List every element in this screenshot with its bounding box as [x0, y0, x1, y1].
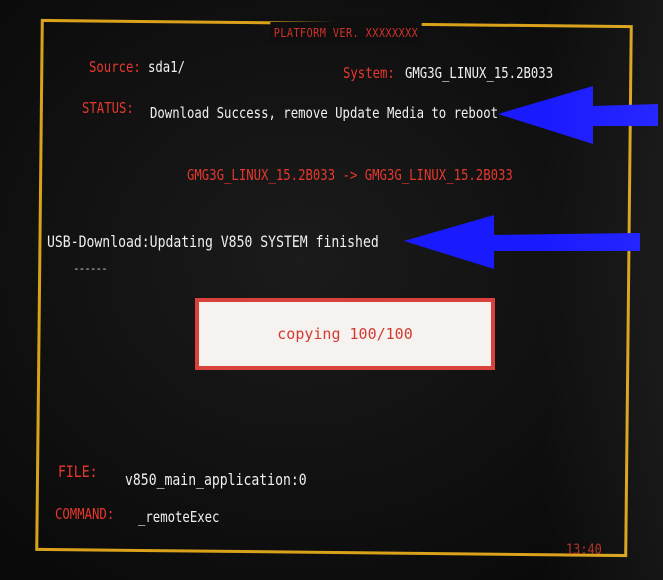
copy-progress-box: copying 100/100	[195, 298, 495, 370]
version-transition: GMG3G_LINUX_15.2B033 -> GMG3G_LINUX_15.2…	[187, 166, 513, 184]
status-text: Download Success, remove Update Media to…	[150, 104, 499, 122]
progress-label: copying 100/100	[277, 325, 413, 343]
source-label: Source:	[89, 58, 141, 76]
system-value: GMG3G_LINUX_15.2B033	[405, 64, 554, 82]
system-label: System:	[343, 64, 395, 82]
usb-download-message: USB-Download:Updating V850 SYSTEM finish…	[47, 232, 379, 251]
terminal-screen: PLATFORM VER. XXXXXXXX Source: sda1/ Sys…	[0, 0, 663, 580]
clock: 13:40	[566, 542, 602, 558]
left-arrow-icon	[404, 215, 640, 269]
command-value: _remoteExec	[138, 508, 220, 526]
platform-version-title: PLATFORM VER. XXXXXXXX	[270, 22, 422, 44]
file-value: v850_main_application:0	[125, 470, 307, 489]
left-arrow-icon	[498, 86, 658, 144]
status-label: STATUS:	[82, 99, 134, 117]
source-value: sda1/	[148, 58, 186, 76]
file-label: FILE:	[58, 462, 98, 481]
command-label: COMMAND:	[55, 505, 115, 523]
progress-dashes: ------	[73, 262, 108, 275]
